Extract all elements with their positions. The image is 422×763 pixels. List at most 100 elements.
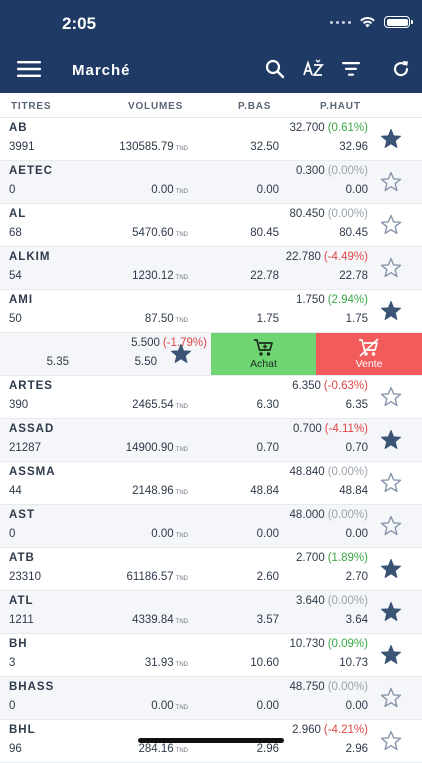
buy-button[interactable]: Achat (211, 333, 316, 375)
sell-label: Vente (355, 358, 383, 370)
change-percent: (0.00%) (327, 595, 368, 607)
stock-symbol: ARTES (9, 380, 53, 392)
last-price: 48.840 (0.00%) (290, 466, 368, 478)
list-item[interactable]: AB 3991 130585.79 TND 32.700 (0.61%) 32.50 32.9… (0, 118, 422, 161)
star-filled-icon[interactable] (380, 300, 402, 322)
volume-amount: 31.93 (144, 657, 174, 669)
price-low: 80.45 (250, 227, 279, 239)
star-outline-icon[interactable] (380, 730, 402, 752)
price-high: 2.96 (345, 743, 368, 755)
volume-amount: 1230.12 (132, 270, 174, 282)
trade-count: 3991 (9, 141, 35, 153)
list-item[interactable]: ASSAD 21287 14900.90 TND 0.700 (-4.11%) 0.70 0.… (0, 419, 422, 462)
list-item[interactable]: AMI 50 87.50 TND 1.750 (2.94%) 1.75 1.75 (0, 290, 422, 333)
last-price-value: 48.750 (289, 681, 325, 693)
volume-value: 1230.12 TND (132, 270, 188, 282)
last-price: 2.700 (1.89%) (296, 552, 368, 564)
star-filled-icon[interactable] (380, 601, 402, 623)
list-item[interactable]: AETEC 0 0.00 TND 0.300 (0.00%) 0.00 0.00 (0, 161, 422, 204)
last-price: 48.000 (0.00%) (290, 509, 368, 521)
volume-value: 14900.90 TND (126, 442, 188, 454)
star-filled-icon[interactable] (170, 343, 192, 365)
star-outline-icon[interactable] (380, 214, 402, 236)
column-titres[interactable]: TITRES (11, 101, 51, 112)
last-price-value: 2.700 (295, 552, 325, 564)
last-price: 2.960 (-4.21%) (292, 724, 368, 736)
price-high: 32.96 (339, 141, 368, 153)
menu-icon[interactable] (16, 56, 42, 82)
price-high: 5.50 (134, 356, 157, 368)
volume-value: 0.00 TND (151, 184, 188, 196)
list-item[interactable]: 5.500 (-1.79%) 5.35 5.50 Achat Vente (0, 333, 422, 376)
column-phaut[interactable]: P.HAUT (320, 101, 361, 112)
volume-amount: 0.00 (151, 700, 174, 712)
currency-label: TND (175, 533, 188, 539)
star-filled-icon[interactable] (380, 429, 402, 451)
trade-count: 1211 (9, 614, 34, 626)
column-volumes[interactable]: VOLUMES (128, 101, 183, 112)
stock-symbol: BH (9, 638, 28, 650)
wifi-icon (360, 17, 375, 28)
battery-icon (384, 16, 413, 28)
star-filled-icon[interactable] (380, 644, 402, 666)
status-bar: 2:05 (0, 0, 422, 48)
last-price-value: 48.840 (289, 466, 325, 478)
star-outline-icon[interactable] (380, 515, 402, 537)
list-item[interactable]: ATB 23310 61186.57 TND 2.700 (1.89%) 2.60 2.70 (0, 548, 422, 591)
price-high: 10.73 (339, 657, 368, 669)
volume-value: 4339.84 TND (132, 614, 188, 626)
stock-symbol: AETEC (9, 165, 53, 177)
last-price-value: 80.450 (289, 208, 325, 220)
list-item[interactable]: ALKIM 54 1230.12 TND 22.780 (-4.49%) 22.78 22.7… (0, 247, 422, 290)
volume-amount: 4339.84 (132, 614, 174, 626)
currency-label: TND (175, 232, 188, 238)
change-percent: (0.00%) (327, 509, 368, 521)
star-outline-icon[interactable] (380, 386, 402, 408)
last-price: 22.780 (-4.49%) (286, 251, 368, 263)
sort-az-icon[interactable] (301, 56, 327, 82)
list-item[interactable]: BH 3 31.93 TND 10.730 (0.09%) 10.60 10.73 (0, 634, 422, 677)
column-pbas[interactable]: P.BAS (238, 101, 271, 112)
refresh-icon[interactable] (388, 56, 414, 82)
price-high: 48.84 (339, 485, 368, 497)
stock-symbol: AB (9, 122, 28, 134)
star-outline-icon[interactable] (380, 171, 402, 193)
volume-amount: 0.00 (151, 528, 174, 540)
list-item[interactable]: ATL 1211 4339.84 TND 3.640 (0.00%) 3.57 3.64 (0, 591, 422, 634)
cellular-signal-icon (330, 20, 351, 24)
change-percent: (0.61%) (327, 122, 368, 134)
star-filled-icon[interactable] (380, 558, 402, 580)
list-item[interactable]: ASSMA 44 2148.96 TND 48.840 (0.00%) 48.84 48.84 (0, 462, 422, 505)
volume-amount: 61186.57 (126, 571, 174, 583)
volume-value: 61186.57 TND (127, 571, 188, 583)
price-low: 0.70 (256, 442, 279, 454)
last-price-value: 5.500 (131, 337, 160, 349)
stock-symbol: BHASS (9, 681, 55, 693)
list-item[interactable]: ARTES 390 2465.54 TND 6.350 (-0.63%) 6.30 6.35 (0, 376, 422, 419)
search-icon[interactable] (262, 56, 288, 82)
star-outline-icon[interactable] (380, 472, 402, 494)
list-item[interactable]: BHASS 0 0.00 TND 48.750 (0.00%) 0.00 0.00 (0, 677, 422, 720)
stock-symbol: BHL (9, 724, 36, 736)
change-percent: (0.09%) (327, 638, 368, 650)
stock-symbol: ATB (9, 552, 35, 564)
sell-button[interactable]: Vente (316, 333, 422, 375)
system-indicators (330, 16, 413, 28)
currency-label: TND (175, 619, 188, 625)
last-price-value: 3.640 (295, 595, 325, 607)
star-outline-icon[interactable] (380, 687, 402, 709)
status-time: 2:05 (62, 14, 97, 33)
volume-amount: 87.50 (144, 313, 174, 325)
list-item[interactable]: AST 0 0.00 TND 48.000 (0.00%) 0.00 0.00 (0, 505, 422, 548)
stock-symbol: AST (9, 509, 35, 521)
filter-icon[interactable] (338, 56, 364, 82)
volume-amount: 2465.54 (132, 399, 174, 411)
last-price-value: 10.730 (289, 638, 325, 650)
currency-label: TND (175, 275, 188, 281)
star-filled-icon[interactable] (380, 128, 402, 150)
change-percent: (0.00%) (327, 681, 368, 693)
volume-value: 2148.96 TND (132, 485, 188, 497)
last-price: 80.450 (0.00%) (290, 208, 368, 220)
star-outline-icon[interactable] (380, 257, 402, 279)
list-item[interactable]: AL 68 5470.60 TND 80.450 (0.00%) 80.45 80.45 (0, 204, 422, 247)
